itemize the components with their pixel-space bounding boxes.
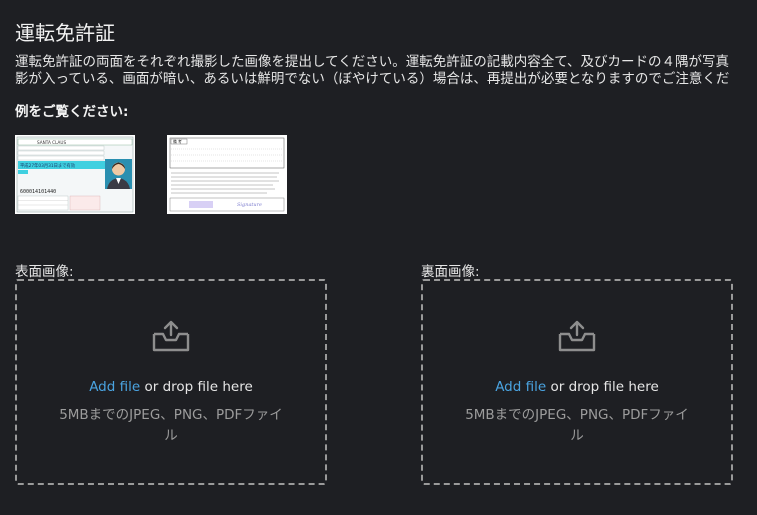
sample-front-name: SANTA CLAUS <box>37 140 66 145</box>
sample-license-back-image: 備 考 Signature <box>167 135 287 214</box>
instructions-line-1: 運転免許証の両面をそれぞれ撮影した画像を提出してください。運転免許証の記載内容全… <box>15 54 730 70</box>
inbox-upload-icon <box>152 320 190 352</box>
inbox-upload-icon <box>558 320 596 352</box>
sample-front-number: 600014101440 <box>20 189 56 195</box>
license-upload-page: 運転免許証 運転免許証の両面をそれぞれ撮影した画像を提出してください。運転免許証… <box>0 0 757 515</box>
page-title: 運転免許証 <box>15 21 115 45</box>
example-label: 例をご覧ください: <box>15 104 129 120</box>
back-dropzone-prompt: Add file or drop file here <box>423 379 731 395</box>
license-front-illustration: SANTA CLAUS 平成27年03月31日まで有効 600014101440 <box>15 135 135 214</box>
back-add-file-link[interactable]: Add file <box>495 379 546 395</box>
front-drop-text: or drop file here <box>140 379 253 395</box>
front-add-file-link[interactable]: Add file <box>89 379 140 395</box>
sample-back-signature: Signature <box>237 202 262 208</box>
license-back-illustration: 備 考 Signature <box>167 135 287 214</box>
front-image-label: 表面画像: <box>15 264 74 280</box>
back-image-label: 裏面画像: <box>421 264 480 280</box>
sample-front-expiry: 平成27年03月31日まで有効 <box>20 162 75 169</box>
back-drop-text: or drop file here <box>546 379 659 395</box>
sample-back-header: 備 考 <box>173 139 182 144</box>
front-dropzone-prompt: Add file or drop file here <box>17 379 325 395</box>
back-image-dropzone[interactable]: Add file or drop file here 5MBまでのJPEG、PN… <box>421 279 733 485</box>
instructions: 運転免許証の両面をそれぞれ撮影した画像を提出してください。運転免許証の記載内容全… <box>15 54 757 88</box>
instructions-line-2: 影が入っている、画面が暗い、あるいは鮮明でない（ぼやけている）場合は、再提出が必… <box>15 71 730 87</box>
front-image-dropzone[interactable]: Add file or drop file here 5MBまでのJPEG、PN… <box>15 279 327 485</box>
front-file-hint: 5MBまでのJPEG、PNG、PDFファイル <box>59 407 283 444</box>
back-file-hint: 5MBまでのJPEG、PNG、PDFファイル <box>465 407 689 444</box>
sample-license-front-image: SANTA CLAUS 平成27年03月31日まで有効 600014101440 <box>15 135 135 214</box>
